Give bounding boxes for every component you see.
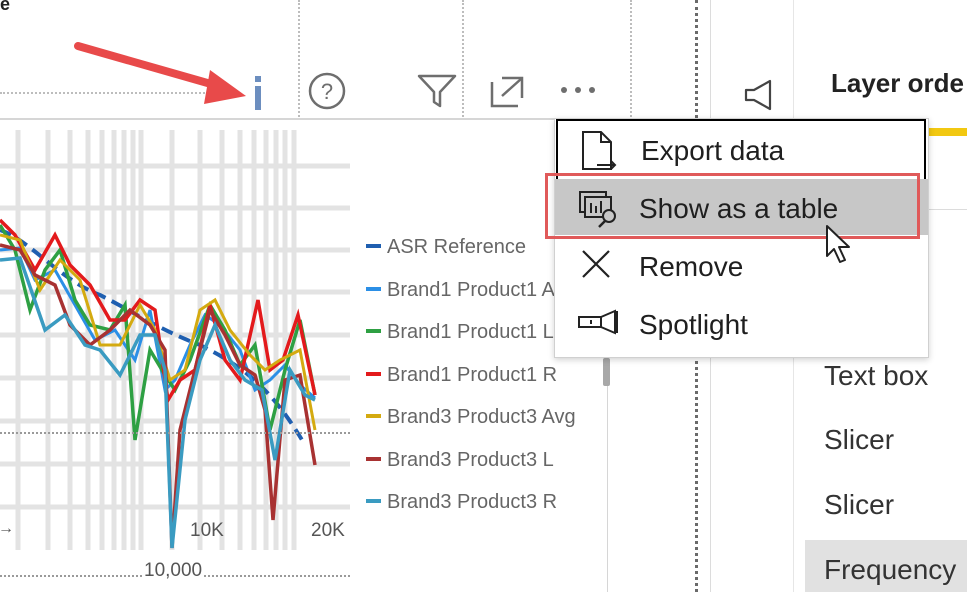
legend-label: Brand1 Product1 L — [387, 321, 554, 343]
annotation-highlight-box — [545, 173, 920, 239]
layer-item-text-box[interactable]: Text box — [824, 360, 928, 392]
layer-order-tab[interactable]: Layer orde — [831, 68, 964, 99]
focus-mode-icon[interactable] — [488, 72, 528, 115]
legend-label: Brand1 Product1 R — [387, 364, 558, 386]
legend-label: Brand3 Product3 R — [387, 491, 558, 513]
legend-item[interactable]: Brand3 Product3 R — [366, 491, 557, 513]
mouse-cursor-icon — [826, 225, 850, 263]
legend-item[interactable]: ASR Reference — [366, 236, 526, 258]
legend-swatch — [366, 456, 381, 461]
legend-label: ASR Reference — [387, 236, 526, 258]
legend-swatch — [366, 286, 381, 291]
visual-border — [607, 360, 608, 592]
legend-item[interactable]: Brand1 Product1 A — [366, 279, 555, 301]
remove-x-icon — [577, 247, 617, 285]
collapse-pane-icon[interactable] — [742, 78, 774, 112]
x-axis-arrow-glyph: → — [0, 520, 14, 537]
menu-item-label: Export data — [641, 135, 785, 166]
menu-item-export-data[interactable]: Export data — [556, 119, 926, 181]
menu-item-label: Remove — [639, 251, 744, 282]
help-icon[interactable]: ? — [307, 71, 347, 116]
info-icon[interactable] — [250, 74, 266, 112]
canvas-grid-dots — [0, 432, 350, 434]
menu-item-remove[interactable]: Remove — [555, 237, 928, 293]
canvas-grid-dots — [462, 0, 464, 120]
legend-label: Brand3 Product3 L — [387, 449, 554, 471]
filter-icon[interactable] — [416, 72, 458, 115]
legend-item[interactable]: Brand1 Product1 L — [366, 321, 554, 343]
layer-item-slicer[interactable]: Slicer — [824, 489, 894, 521]
canvas-grid-dots — [298, 0, 300, 120]
legend-swatch — [366, 371, 381, 376]
layer-item-slicer[interactable]: Slicer — [824, 424, 894, 456]
visual-border — [0, 118, 606, 120]
active-tab-indicator — [929, 128, 967, 136]
menu-item-spotlight[interactable]: Spotlight — [555, 295, 928, 351]
legend-swatch — [366, 328, 381, 333]
pane-divider — [929, 209, 967, 210]
legend-item[interactable]: Brand1 Product1 R — [366, 364, 557, 386]
x-tick-label: 20K — [311, 520, 345, 541]
export-data-icon — [579, 129, 619, 170]
legend-scrollbar[interactable] — [603, 358, 610, 386]
legend-item[interactable]: Brand3 Product3 L — [366, 449, 554, 471]
menu-item-label: Spotlight — [639, 309, 748, 340]
legend-swatch — [366, 243, 381, 248]
legend-label: Brand3 Product3 Avg — [387, 406, 576, 428]
spotlight-icon — [577, 305, 618, 343]
legend-swatch — [366, 498, 381, 503]
canvas-grid-dots — [630, 0, 632, 120]
more-options-icon[interactable] — [558, 80, 602, 105]
visual-title-fragment: e — [0, 0, 11, 14]
annotation-arrow — [74, 42, 246, 104]
frequency-line-chart — [0, 130, 350, 550]
legend-label: Brand1 Product1 A — [387, 279, 555, 301]
svg-text:?: ? — [321, 79, 333, 104]
x-axis-value-label: 10,000 — [142, 560, 205, 582]
layer-item-frequency[interactable]: Frequency — [824, 554, 956, 586]
legend-swatch — [366, 413, 381, 418]
legend-item[interactable]: Brand3 Product3 Avg — [366, 406, 576, 428]
x-tick-label: 10K — [190, 520, 224, 541]
